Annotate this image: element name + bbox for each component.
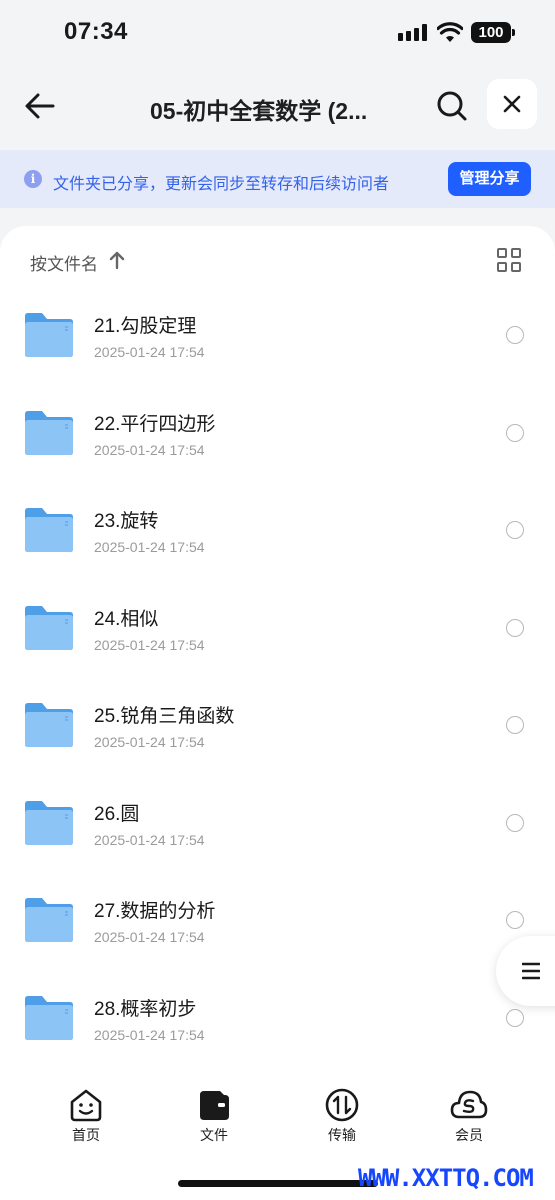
tab-label: 首页 xyxy=(72,1127,100,1143)
list-item[interactable]: 25.锐角三角函数 2025-01-24 17:54 xyxy=(0,676,555,774)
select-checkbox[interactable] xyxy=(506,618,524,637)
folder-name: 24.相似 xyxy=(94,608,159,630)
grid-view-toggle-icon[interactable] xyxy=(497,248,521,272)
select-checkbox[interactable] xyxy=(506,911,524,929)
folder-icon xyxy=(25,898,73,942)
folder-name: 25.锐角三角函数 xyxy=(94,706,235,727)
transfer-icon xyxy=(325,1088,359,1122)
select-checkbox[interactable] xyxy=(506,521,524,539)
back-arrow-icon xyxy=(25,93,55,119)
folder-date: 2025-01-24 17:54 xyxy=(94,831,205,848)
close-button[interactable] xyxy=(487,79,537,129)
folder-icon xyxy=(25,800,73,845)
battery-indicator: 100 xyxy=(471,22,515,43)
search-button[interactable] xyxy=(432,86,472,126)
sort-by-name-button[interactable]: 按文件名 xyxy=(30,250,98,275)
select-checkbox[interactable] xyxy=(506,716,524,734)
folder-date: 2025-01-24 17:54 xyxy=(94,734,205,750)
tab-member[interactable]: 会员 xyxy=(434,1088,504,1148)
share-notice-text: 文件夹已分享，更新会同步至转存和后续访问者 xyxy=(53,176,390,193)
list-item[interactable]: 26.圆 2025-01-24 17:54 xyxy=(0,774,555,872)
member-cloud-icon xyxy=(450,1090,488,1119)
manage-share-button[interactable]: 管理分享 xyxy=(448,162,531,196)
wifi-icon xyxy=(437,22,463,42)
home-indicator[interactable] xyxy=(178,1180,378,1187)
list-item[interactable]: 22.平行四边形 2025-01-24 17:54 xyxy=(0,384,555,482)
share-banner: i 文件夹已分享，更新会同步至转存和后续访问者 管理分享 xyxy=(0,150,555,208)
folder-name: 21.勾股定理 xyxy=(94,316,197,337)
select-checkbox[interactable] xyxy=(506,813,524,832)
list-item[interactable]: 23.旋转 2025-01-24 17:54 xyxy=(0,481,555,579)
folder-date: 2025-01-24 17:54 xyxy=(94,539,205,555)
cellular-signal-icon xyxy=(398,24,427,41)
list-item[interactable]: 27.数据的分析 2025-01-24 17:54 xyxy=(0,871,555,969)
folder-name: 28.概率初步 xyxy=(94,998,197,1020)
folder-date: 2025-01-24 17:54 xyxy=(94,929,205,945)
folder-icon xyxy=(25,313,73,357)
list-item[interactable]: 28.概率初步 2025-01-24 17:54 xyxy=(0,969,555,1067)
folder-icon xyxy=(25,508,73,552)
folder-name: 26.圆 xyxy=(94,803,140,825)
info-icon: i xyxy=(24,170,42,188)
select-checkbox[interactable] xyxy=(506,326,524,344)
tab-label: 文件 xyxy=(200,1127,228,1143)
file-list: 21.勾股定理 2025-01-24 17:54 22.平行四边形 2025-0… xyxy=(0,286,555,1066)
list-item[interactable]: 21.勾股定理 2025-01-24 17:54 xyxy=(0,286,555,384)
close-icon xyxy=(503,95,521,113)
tab-files[interactable]: 文件 xyxy=(179,1088,249,1148)
status-time: 07:34 xyxy=(64,18,128,45)
watermark: WWW.XXTTQ.COM xyxy=(358,1164,534,1192)
folder-icon xyxy=(25,605,73,650)
back-button[interactable] xyxy=(20,86,60,126)
page-title: 05-初中全套数学 (2... xyxy=(150,98,368,124)
select-checkbox[interactable] xyxy=(506,1008,524,1027)
nav-bar: 05-初中全套数学 (2... xyxy=(0,66,555,146)
tab-transfer[interactable]: 传输 xyxy=(307,1088,377,1148)
menu-icon xyxy=(522,962,540,980)
tab-label: 会员 xyxy=(455,1127,483,1143)
folder-name: 23.旋转 xyxy=(94,511,159,532)
folder-icon xyxy=(25,410,73,455)
folder-date: 2025-01-24 17:54 xyxy=(94,344,205,360)
select-checkbox[interactable] xyxy=(506,423,524,442)
folder-name: 22.平行四边形 xyxy=(94,413,216,435)
file-list-panel: 按文件名 21.勾股定理 2025-01-24 17:54 22.平行四边形 2… xyxy=(0,226,555,1086)
home-face-icon xyxy=(70,1089,102,1122)
search-icon xyxy=(437,91,467,121)
tab-label: 传输 xyxy=(328,1127,356,1143)
folder-icon xyxy=(25,995,73,1040)
folder-icon xyxy=(25,703,73,747)
folder-date: 2025-01-24 17:54 xyxy=(94,1026,205,1043)
list-item[interactable]: 24.相似 2025-01-24 17:54 xyxy=(0,579,555,677)
sort-bar: 按文件名 xyxy=(0,246,555,276)
status-bar: 07:34 100 xyxy=(0,0,555,66)
tab-home[interactable]: 首页 xyxy=(51,1088,121,1148)
folder-date: 2025-01-24 17:54 xyxy=(94,636,205,653)
sort-ascending-icon[interactable] xyxy=(108,250,126,270)
folder-name: 27.数据的分析 xyxy=(94,901,216,922)
files-wallet-icon xyxy=(200,1091,229,1120)
folder-date: 2025-01-24 17:54 xyxy=(94,441,205,458)
